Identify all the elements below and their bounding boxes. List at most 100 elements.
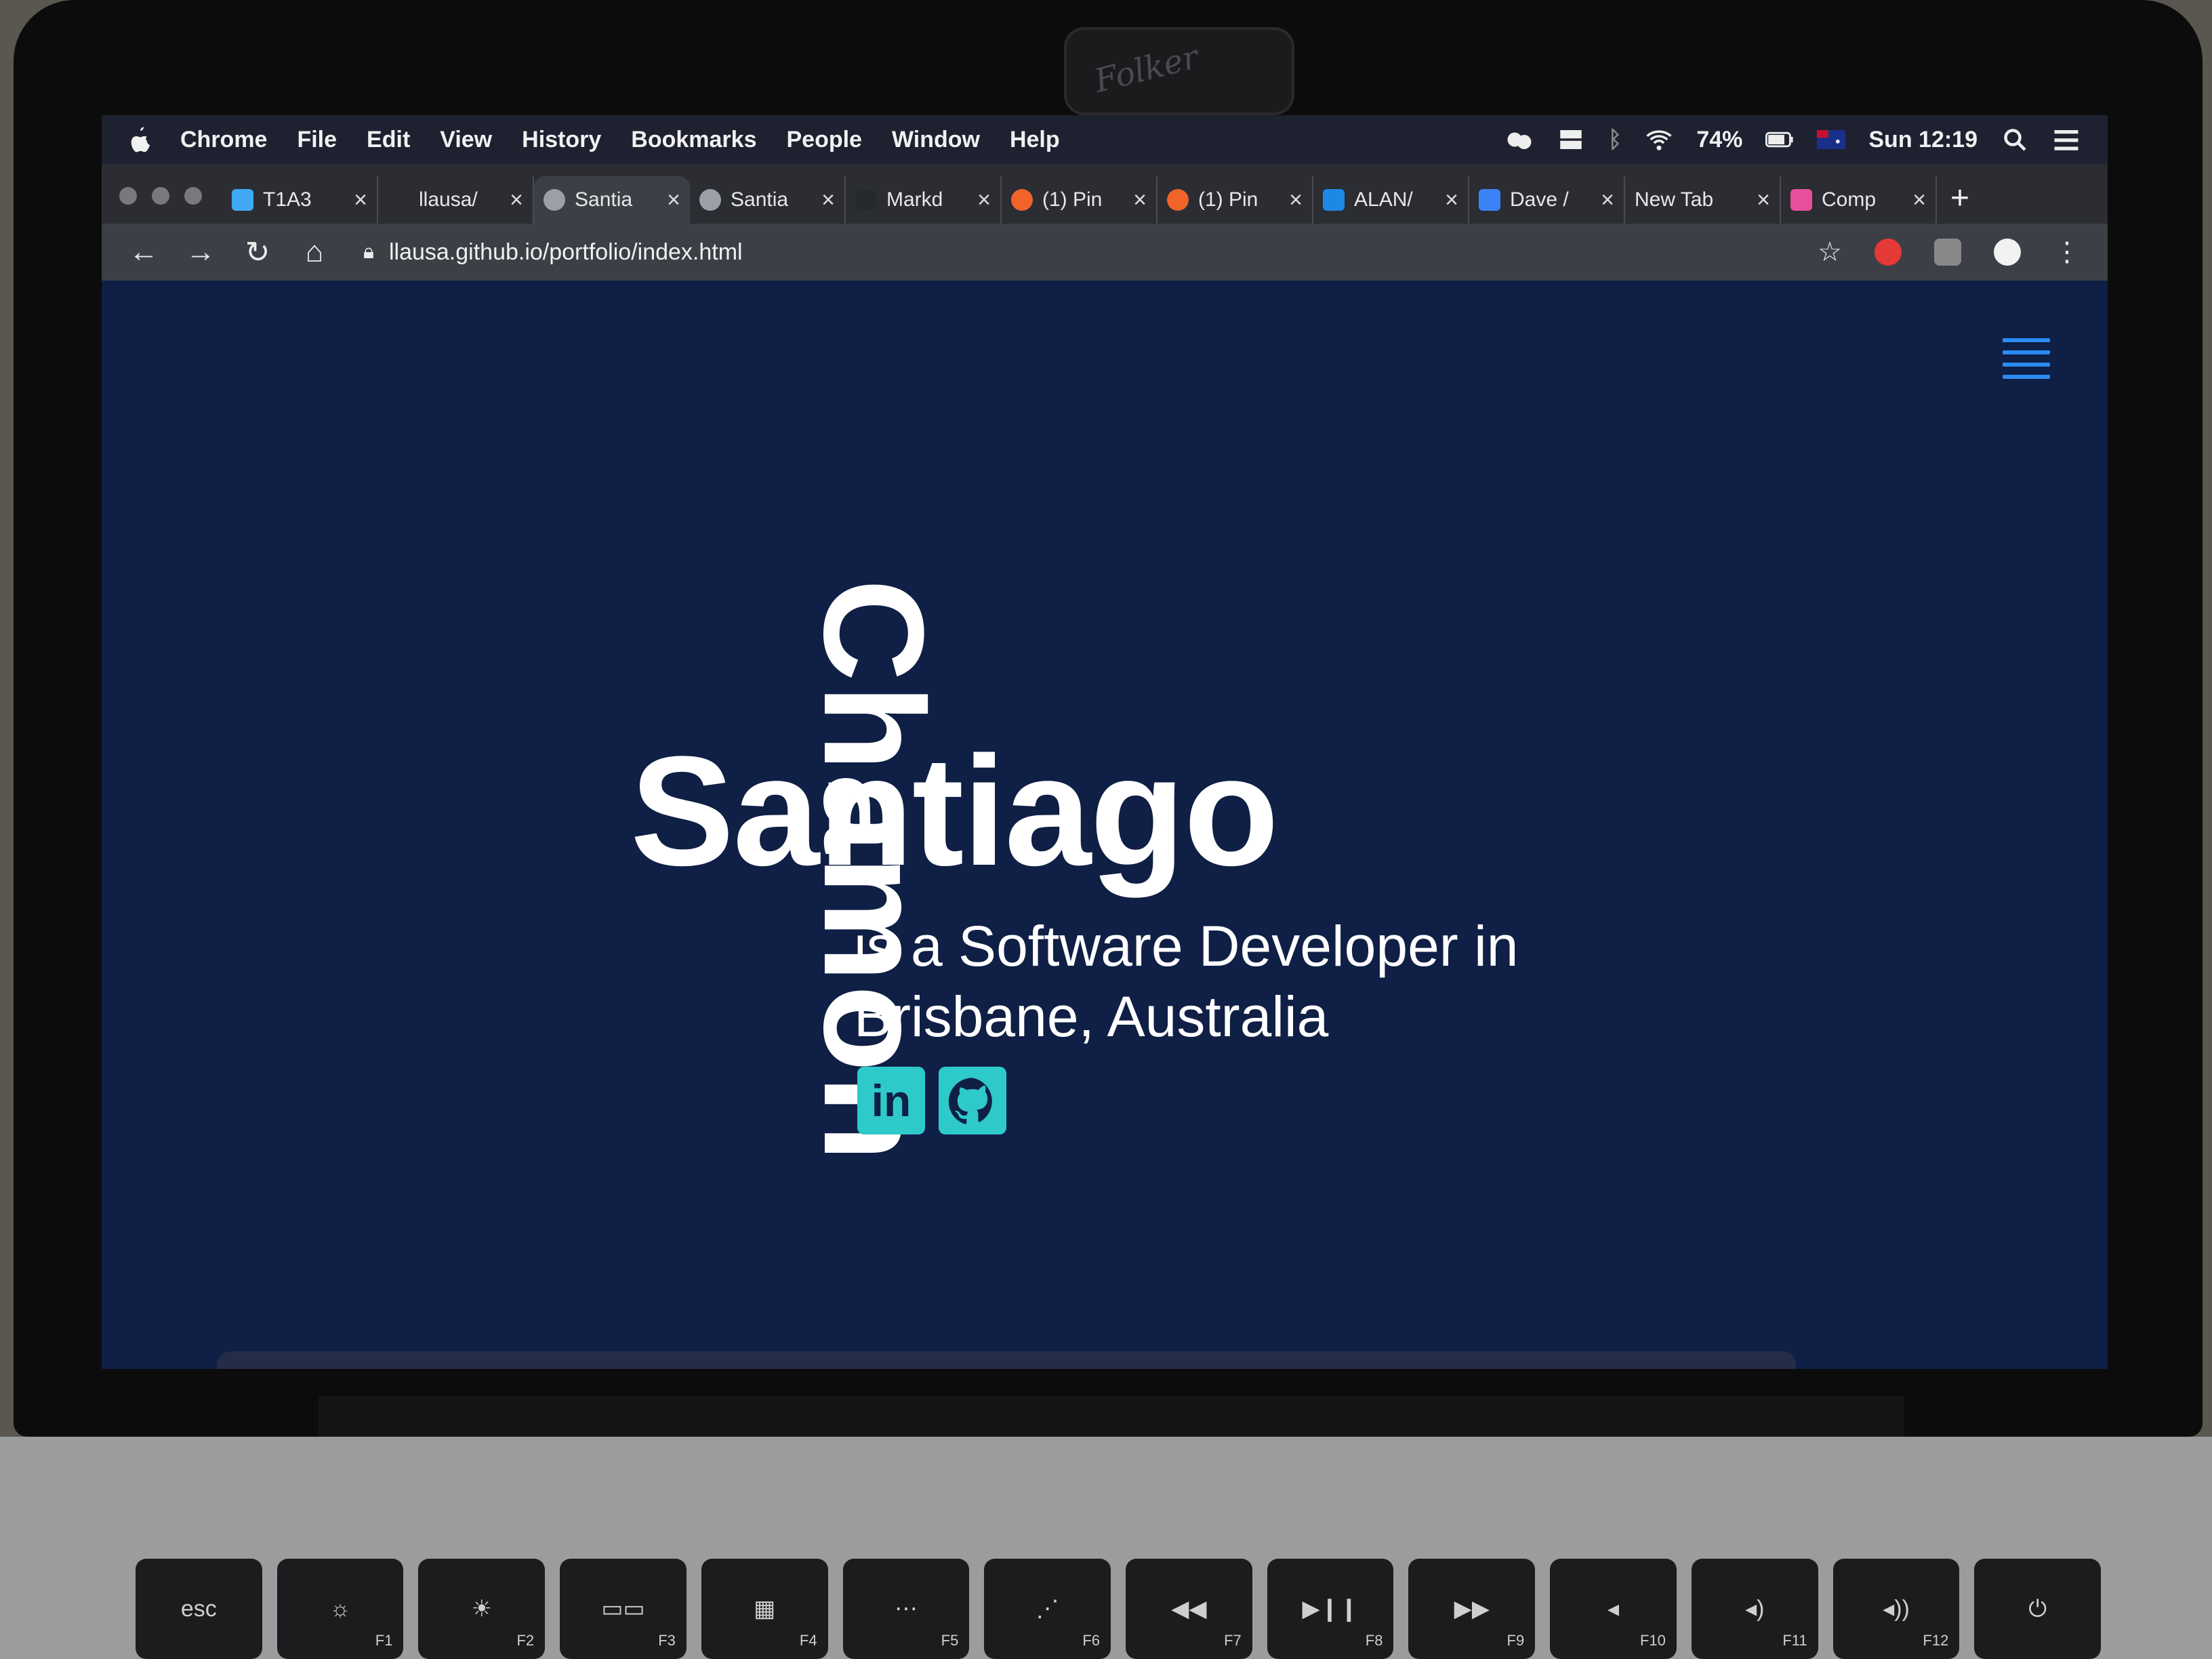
drive-icon[interactable] [1557, 127, 1585, 152]
back-arrow-icon[interactable]: ← [129, 235, 159, 269]
key-label: F1 [375, 1632, 393, 1649]
menu-bar: Chrome File Edit View History Bookmarks … [102, 115, 2108, 164]
forward-arrow-icon[interactable]: → [186, 235, 216, 269]
key-f3[interactable]: ▭▭ F3 [560, 1559, 687, 1659]
key-f10[interactable]: ◂ F10 [1550, 1559, 1677, 1659]
tab-new-tab[interactable]: New Tab × [1625, 176, 1781, 224]
flag-au-icon[interactable] [1817, 127, 1846, 152]
extension-shield-icon[interactable] [1875, 239, 1902, 266]
menu-app-chrome[interactable]: Chrome [180, 127, 267, 153]
key-label: F5 [941, 1632, 959, 1649]
close-tab-icon[interactable]: × [354, 187, 367, 213]
key-label: F10 [1639, 1632, 1666, 1649]
tab-favicon-icon [388, 189, 409, 211]
tab-t1a3[interactable]: T1A3 × [222, 176, 378, 224]
close-tab-icon[interactable]: × [1757, 187, 1770, 213]
hamburger-menu-icon[interactable] [2003, 338, 2050, 379]
menu-clock[interactable]: Sun 12:19 [1868, 127, 1978, 153]
sublime-text-icon[interactable] [659, 1365, 774, 1369]
menu-help[interactable]: Help [1010, 127, 1060, 153]
key-label: F2 [516, 1632, 535, 1649]
cloud-sync-icon[interactable] [1505, 127, 1534, 152]
wifi-icon[interactable] [1645, 127, 1673, 152]
tab-markdown[interactable]: Markd × [846, 176, 1002, 224]
close-tab-icon[interactable]: × [1133, 187, 1147, 213]
firefox-icon[interactable] [382, 1365, 497, 1369]
new-tab-plus-icon[interactable]: + [1950, 180, 1969, 217]
menu-bookmarks[interactable]: Bookmarks [631, 127, 756, 153]
spotlight-search-icon[interactable] [2001, 127, 2029, 152]
notification-center-icon[interactable] [2052, 127, 2081, 152]
key-f12[interactable]: ◂)) F12 [1832, 1559, 1960, 1659]
extension-m-icon[interactable] [1934, 239, 1961, 266]
bookmark-star-icon[interactable]: ☆ [1818, 237, 1842, 268]
close-tab-icon[interactable]: × [1601, 187, 1614, 213]
menu-window[interactable]: Window [892, 127, 980, 153]
maximize-window-button[interactable] [184, 187, 202, 205]
github-desktop-icon[interactable] [935, 1365, 1050, 1369]
key-f5[interactable]: ⋯ F5 [842, 1559, 970, 1659]
tab-dave[interactable]: Dave / × [1469, 176, 1625, 224]
chrome-menu-icon[interactable]: ⋮ [2053, 237, 2081, 268]
finder-icon[interactable] [244, 1365, 359, 1369]
key-f1[interactable]: ☼ F1 [276, 1559, 404, 1659]
key-f6[interactable]: ⋰ F6 [984, 1559, 1111, 1659]
tagline-line-2: Brisbane, Australia [854, 985, 1329, 1048]
tab-title: New Tab [1635, 188, 1714, 211]
tab-santiago-active[interactable]: Santia × [534, 176, 690, 224]
menu-history[interactable]: History [522, 127, 601, 153]
tab-pinterest-2[interactable]: (1) Pin × [1158, 176, 1313, 224]
apple-icon[interactable] [129, 127, 150, 152]
key-f4[interactable]: ▦ F4 [701, 1559, 828, 1659]
vscode-icon[interactable] [797, 1365, 912, 1369]
close-tab-icon[interactable]: × [1445, 187, 1458, 213]
tab-title: (1) Pin [1198, 188, 1258, 211]
bluetooth-icon[interactable]: ᛒ [1608, 127, 1622, 153]
tab-title: Markd [886, 188, 943, 211]
key-f11[interactable]: ◂) F11 [1691, 1559, 1818, 1659]
slack-icon[interactable] [1073, 1365, 1189, 1369]
menu-people[interactable]: People [786, 127, 861, 153]
social-links: in [857, 1067, 1006, 1134]
github-octocat-icon [949, 1078, 992, 1124]
menu-view[interactable]: View [440, 127, 492, 153]
chrome-icon[interactable] [1212, 1365, 1327, 1369]
battery-icon[interactable] [1765, 127, 1794, 152]
trash-icon[interactable] [1671, 1365, 1786, 1369]
tab-alan[interactable]: ALAN/ × [1313, 176, 1469, 224]
github-icon[interactable] [939, 1067, 1006, 1134]
key-f2[interactable]: ☀ F2 [418, 1559, 546, 1659]
terminal-icon[interactable]: $ [520, 1365, 636, 1369]
menu-edit[interactable]: Edit [367, 127, 410, 153]
downloads-folder-icon[interactable] [1395, 1365, 1510, 1369]
key-power[interactable]: ⏻ [1974, 1559, 2102, 1659]
home-icon[interactable]: ⌂ [300, 235, 329, 269]
app-store-icon[interactable] [1533, 1365, 1648, 1369]
close-tab-icon[interactable]: × [1289, 187, 1303, 213]
minimize-window-button[interactable] [152, 187, 169, 205]
tab-pinterest-1[interactable]: (1) Pin × [1002, 176, 1158, 224]
close-tab-icon[interactable]: × [667, 187, 680, 213]
tab-comp[interactable]: Comp × [1781, 176, 1937, 224]
menu-file[interactable]: File [297, 127, 337, 153]
key-f9[interactable]: ▶▶ F9 [1408, 1559, 1536, 1659]
menu-bar-status: ᛒ 74% Sun 12:19 [1505, 127, 2081, 153]
linkedin-icon[interactable]: in [857, 1067, 925, 1134]
close-window-button[interactable] [119, 187, 137, 205]
tab-title: Comp [1822, 188, 1877, 211]
close-tab-icon[interactable]: × [1912, 187, 1926, 213]
profile-avatar[interactable] [1994, 239, 2021, 266]
tab-title: T1A3 [263, 188, 312, 211]
address-bar[interactable]: llausa.github.io/portfolio/index.html [389, 239, 743, 266]
lock-icon[interactable]: 🔒︎ [363, 241, 374, 264]
key-f7[interactable]: ◀◀ F7 [1126, 1559, 1252, 1659]
close-tab-icon[interactable]: × [821, 187, 835, 213]
close-tab-icon[interactable]: × [510, 187, 523, 213]
key-f8[interactable]: ▶❙❙ F8 [1267, 1559, 1394, 1659]
reload-icon[interactable]: ↻ [243, 235, 272, 270]
tab-favicon-icon [1479, 189, 1500, 211]
key-esc[interactable]: esc [136, 1559, 262, 1659]
tab-santiago[interactable]: Santia × [690, 176, 846, 224]
tab-llausa[interactable]: llausa/ × [378, 176, 534, 224]
close-tab-icon[interactable]: × [977, 187, 991, 213]
